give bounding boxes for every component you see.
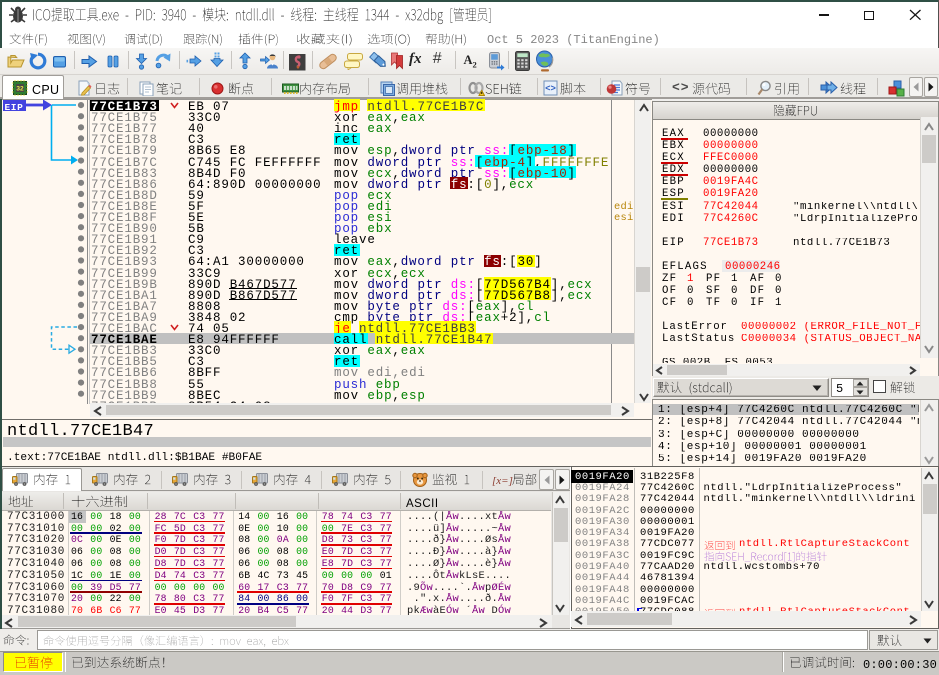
svg-text:32: 32 <box>16 86 24 93</box>
svg-text:<>: <> <box>545 84 556 94</box>
